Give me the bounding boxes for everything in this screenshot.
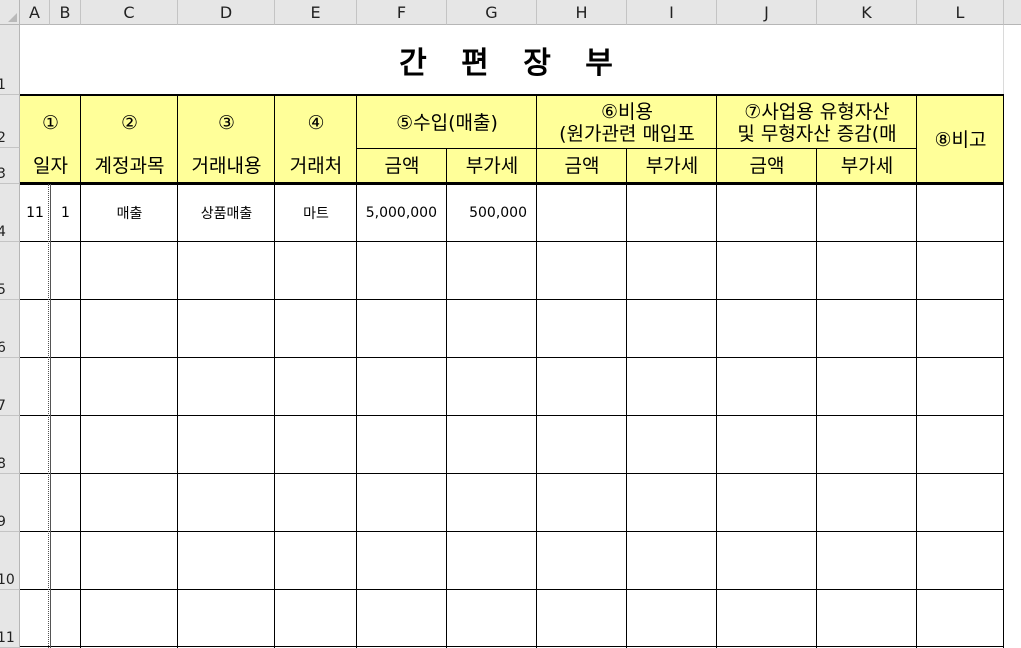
dotted-line <box>48 184 49 648</box>
row-header-4[interactable]: 4 <box>0 184 20 242</box>
column-header-a[interactable]: A <box>20 0 50 25</box>
header-income[interactable]: ⑤수입(매출) <box>357 97 537 149</box>
cell-income-vat[interactable]: 500,000 <box>447 184 537 242</box>
column-header-k[interactable]: K <box>817 0 917 25</box>
header-assets[interactable]: ⑦사업용 유형자산 및 무형자산 증감(매 <box>717 97 917 149</box>
border-line <box>20 94 1004 96</box>
border-line <box>20 357 1004 358</box>
sheet-title[interactable]: 간 편 장 부 <box>20 25 1004 95</box>
cell-month[interactable]: 11 <box>20 184 50 242</box>
border-line <box>20 531 1004 532</box>
border-line <box>50 184 51 648</box>
column-header-next[interactable] <box>1004 0 1021 25</box>
border-line <box>177 95 178 648</box>
header-content-label[interactable]: 거래내용 <box>178 149 275 183</box>
header-assets-line2: 및 무형자산 증감(매 <box>737 123 897 145</box>
cell-day[interactable]: 1 <box>50 184 81 242</box>
border-line <box>716 95 717 648</box>
row-header-9[interactable]: 9 <box>0 474 20 532</box>
border-line <box>20 646 1004 647</box>
border-line <box>626 148 627 648</box>
header-account-label[interactable]: 계정과목 <box>81 149 178 183</box>
header-income-amount[interactable]: 금액 <box>357 149 447 183</box>
select-all-corner[interactable] <box>0 0 20 25</box>
row-header-6[interactable]: 6 <box>0 300 20 358</box>
border-line <box>274 95 275 648</box>
column-header-e[interactable]: E <box>275 0 357 25</box>
header-remarks[interactable]: ⑧비고 <box>917 97 1004 183</box>
border-line <box>20 415 1004 416</box>
row-header-2[interactable]: 2 <box>0 95 20 148</box>
border-line <box>916 95 917 648</box>
border-line <box>536 95 537 648</box>
cell-vendor[interactable]: 마트 <box>275 184 357 242</box>
row-header-3[interactable]: 3 <box>0 148 20 184</box>
column-header-f[interactable]: F <box>357 0 447 25</box>
header-assets-line1: ⑦사업용 유형자산 <box>744 101 890 123</box>
row-header-5[interactable]: 5 <box>0 242 20 300</box>
border-line <box>80 95 81 648</box>
column-header-b[interactable]: B <box>50 0 81 25</box>
header-vendor-label[interactable]: 거래처 <box>275 149 357 183</box>
border-line <box>20 473 1004 474</box>
row-header-7[interactable]: 7 <box>0 358 20 416</box>
header-assets-amount[interactable]: 금액 <box>717 149 817 183</box>
row-header-10[interactable]: 10 <box>0 532 20 590</box>
border-line <box>446 148 447 648</box>
border-line <box>356 95 357 648</box>
header-account-number[interactable]: ② <box>81 97 178 149</box>
border-line <box>1003 95 1004 648</box>
border-line <box>20 299 1004 300</box>
header-expense[interactable]: ⑥비용 (원가관련 매입포 <box>537 97 717 149</box>
border-line <box>816 148 817 648</box>
cell-income-amount[interactable]: 5,000,000 <box>357 184 447 242</box>
row-header-1[interactable]: 1 <box>0 25 20 95</box>
header-expense-line1: ⑥비용 <box>601 101 653 123</box>
column-header-j[interactable]: J <box>717 0 817 25</box>
header-expense-vat[interactable]: 부가세 <box>627 149 717 183</box>
row-header-8[interactable]: 8 <box>0 416 20 474</box>
header-date-label[interactable]: 일자 <box>20 149 81 183</box>
header-income-vat[interactable]: 부가세 <box>447 149 537 183</box>
header-content-number[interactable]: ③ <box>178 97 275 149</box>
column-header-d[interactable]: D <box>178 0 275 25</box>
header-vendor-number[interactable]: ④ <box>275 97 357 149</box>
cell-account[interactable]: 매출 <box>81 184 178 242</box>
border-line <box>20 184 1004 185</box>
header-expense-amount[interactable]: 금액 <box>537 149 627 183</box>
border-line <box>357 148 917 149</box>
border-line <box>20 241 1004 242</box>
header-date-number[interactable]: ① <box>20 97 81 149</box>
column-header-h[interactable]: H <box>537 0 627 25</box>
column-header-c[interactable]: C <box>81 0 178 25</box>
column-header-i[interactable]: I <box>627 0 717 25</box>
row-header-11[interactable]: 11 <box>0 590 20 648</box>
column-header-g[interactable]: G <box>447 0 537 25</box>
border-line <box>20 589 1004 590</box>
header-expense-line2: (원가관련 매입포 <box>559 123 695 145</box>
header-assets-vat[interactable]: 부가세 <box>817 149 917 183</box>
column-header-l[interactable]: L <box>917 0 1004 25</box>
cell-content[interactable]: 상품매출 <box>178 184 275 242</box>
